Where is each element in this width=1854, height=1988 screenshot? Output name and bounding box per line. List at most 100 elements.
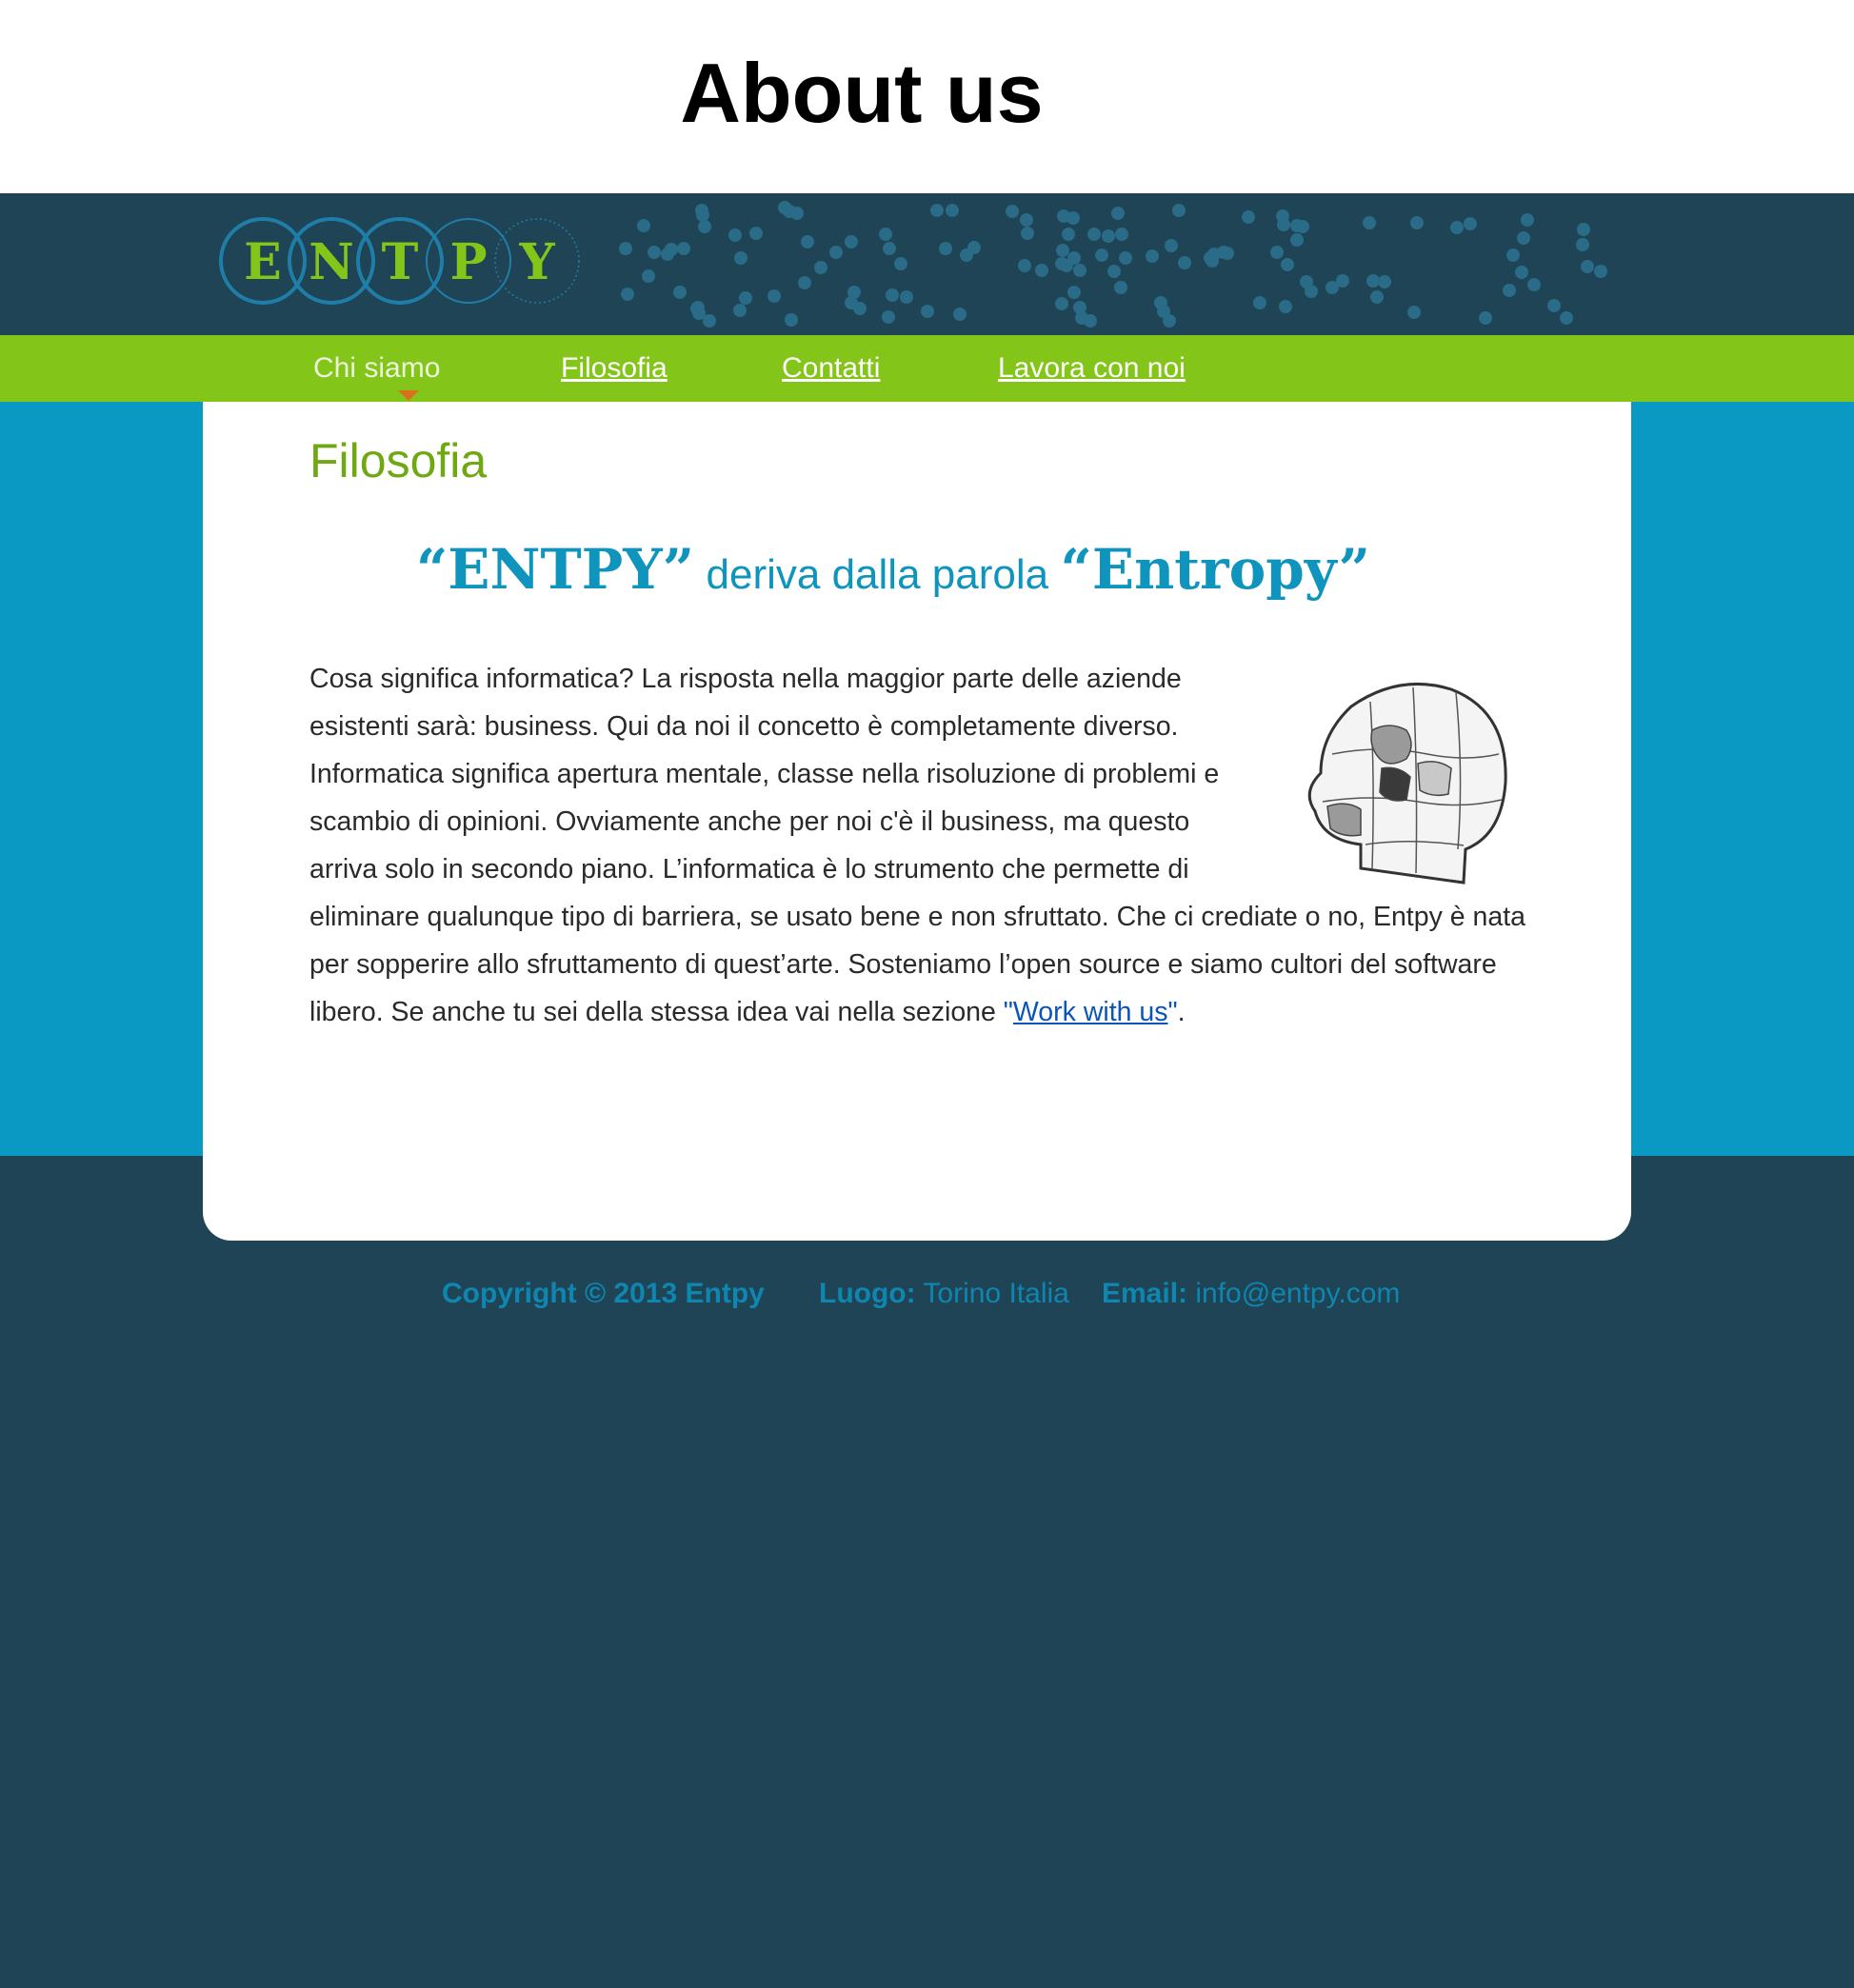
decorative-dot xyxy=(1217,246,1230,259)
image-spacer xyxy=(1252,655,1538,869)
decorative-dot xyxy=(847,286,861,299)
decorative-dot xyxy=(1119,251,1132,265)
decorative-dot xyxy=(1102,229,1115,243)
decorative-dot xyxy=(739,291,752,305)
decorative-dot xyxy=(1035,264,1048,277)
decorative-dot xyxy=(673,286,687,299)
decorative-dot xyxy=(1479,311,1492,325)
decorative-dot xyxy=(930,204,944,217)
decorative-dot xyxy=(1594,265,1607,278)
decorative-dot xyxy=(1114,281,1127,294)
nav-item-lavora-con-noi[interactable]: Lavora con noi xyxy=(998,350,1186,387)
decorative-dot xyxy=(946,204,959,217)
decorative-dot xyxy=(1290,233,1304,247)
decorative-dot xyxy=(749,227,763,240)
section-title: Filosofia xyxy=(309,434,488,487)
decorative-dot xyxy=(665,243,678,256)
decorative-dot xyxy=(1450,221,1464,234)
decorative-dot xyxy=(900,290,913,304)
decorative-dot xyxy=(690,302,704,315)
work-with-us-link[interactable]: Work with us xyxy=(1013,997,1168,1027)
tagline-word: “Entropy” xyxy=(1060,537,1371,602)
nav-item-filosofia[interactable]: Filosofia xyxy=(561,350,668,387)
decorative-dot xyxy=(814,261,827,274)
decorative-dot xyxy=(1279,300,1292,313)
decorative-dot xyxy=(619,242,632,255)
main-nav: Chi siamo Filosofia Contatti Lavora con … xyxy=(0,335,1854,402)
decorative-dot xyxy=(1281,258,1294,271)
decorative-dot xyxy=(1107,265,1121,278)
decorative-dot xyxy=(1506,248,1520,262)
decorative-dot xyxy=(1277,218,1290,231)
content-card: Filosofia “ENTPY” deriva dalla parola “E… xyxy=(203,402,1631,1241)
decorative-dot xyxy=(1366,274,1380,288)
decorative-dot xyxy=(1560,311,1573,325)
decorative-dot xyxy=(1087,228,1101,241)
footer-location-label: Luogo: xyxy=(819,1278,916,1309)
footer-copyright: Copyright © 2013 Entpy xyxy=(442,1278,765,1309)
nav-item-contatti[interactable]: Contatti xyxy=(782,350,880,387)
decorative-dot xyxy=(1407,306,1421,319)
decorative-dot xyxy=(894,257,907,270)
logo-letter: T xyxy=(382,233,419,291)
decorative-dot xyxy=(883,242,896,255)
decorative-dot xyxy=(728,229,742,242)
logo-letter: Y xyxy=(518,233,555,291)
tagline: “ENTPY” deriva dalla parola “Entropy” xyxy=(203,531,1584,623)
entpy-logo[interactable]: E N T P Y xyxy=(217,214,588,309)
link-open-quote: " xyxy=(1003,997,1013,1027)
decorative-dot xyxy=(1517,231,1530,245)
decorative-dot xyxy=(1576,238,1589,251)
decorative-dot xyxy=(1146,249,1159,263)
decorative-dot xyxy=(1547,299,1561,312)
footer-location-value: Torino Italia xyxy=(923,1278,1069,1309)
decorative-dot xyxy=(1062,228,1075,241)
decorative-dot xyxy=(1515,266,1528,279)
top-band: About us xyxy=(0,0,1854,193)
logo-letter: E xyxy=(244,233,282,291)
decorative-dot xyxy=(1242,210,1255,224)
decorative-dot xyxy=(1115,228,1128,241)
decorative-dot xyxy=(1521,213,1534,227)
footer: Copyright © 2013 Entpy Luogo: Torino Ita… xyxy=(0,1272,1854,1320)
decorative-dot xyxy=(1057,209,1070,223)
decorative-dot xyxy=(1006,205,1019,218)
decorative-dot xyxy=(1172,204,1186,217)
page-heading: About us xyxy=(680,46,1044,140)
decorative-dot xyxy=(734,251,748,265)
body-text: Cosa significa informatica? La risposta … xyxy=(309,655,1538,1036)
decorative-dot xyxy=(1021,227,1034,240)
site-header: E N T P Y xyxy=(0,193,1854,335)
decorative-dot xyxy=(621,288,634,301)
decorative-dot xyxy=(696,209,709,222)
decorative-dot xyxy=(953,308,967,321)
decorative-dot xyxy=(1336,274,1349,288)
decorative-dot xyxy=(703,314,716,328)
active-nav-indicator xyxy=(398,390,419,401)
decorative-dot xyxy=(648,246,661,259)
decorative-dot xyxy=(1503,284,1516,297)
nav-item-chi-siamo[interactable]: Chi siamo xyxy=(313,350,440,387)
decorative-dot xyxy=(1055,257,1068,270)
decorative-dot xyxy=(829,246,843,259)
decorative-dot xyxy=(785,313,798,327)
decorative-dot xyxy=(1305,285,1318,298)
decorative-dot xyxy=(1363,216,1376,229)
decorative-dot xyxy=(1253,296,1266,309)
tagline-middle: deriva dalla parola xyxy=(706,551,1049,598)
decorative-dot xyxy=(1111,207,1125,220)
decorative-dot xyxy=(698,220,711,233)
decorative-dot xyxy=(1577,223,1590,236)
decorative-dot xyxy=(1018,259,1031,272)
decorative-dot xyxy=(768,289,781,303)
decorative-dot xyxy=(733,304,747,317)
decorative-dot xyxy=(1020,213,1033,227)
logo-letter: P xyxy=(449,233,487,291)
body-end: . xyxy=(1177,997,1186,1027)
decorative-dot xyxy=(1378,275,1391,288)
footer-email-value[interactable]: info@entpy.com xyxy=(1195,1278,1400,1309)
decorative-dots xyxy=(619,201,1607,328)
decorative-dot xyxy=(1056,244,1069,257)
decorative-dot xyxy=(642,269,655,283)
decorative-dot xyxy=(677,242,690,255)
